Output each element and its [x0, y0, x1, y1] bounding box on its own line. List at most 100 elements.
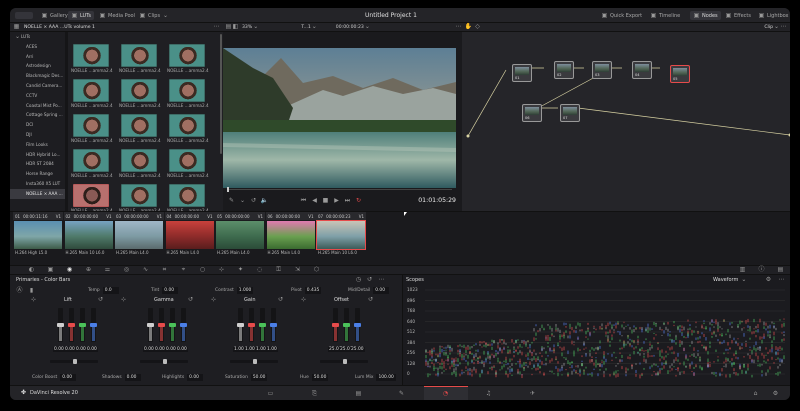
color-node[interactable]: 03: [592, 61, 612, 79]
lut-thumbnail[interactable]: [121, 44, 157, 67]
media-page-icon[interactable]: ▭: [267, 390, 274, 397]
wheel-value[interactable]: 1.00: [233, 347, 245, 352]
zoom-level[interactable]: 33%: [242, 25, 252, 30]
more-icon[interactable]: ⋯: [213, 24, 220, 31]
tracker-icon[interactable]: ⊹: [218, 267, 225, 274]
wheel-value[interactable]: 1.00: [244, 347, 256, 352]
lut-folder-item[interactable]: DJI: [10, 130, 65, 140]
color-node[interactable]: 07: [560, 104, 580, 122]
lut-thumbnail[interactable]: [169, 149, 205, 172]
color-node[interactable]: 02: [554, 61, 574, 79]
lut-thumbnail[interactable]: [121, 114, 157, 137]
wheel-slider[interactable]: [57, 308, 64, 342]
wheel-slider[interactable]: [332, 308, 339, 342]
pivot-field[interactable]: Pivot 0.435: [291, 287, 322, 294]
tab-clips[interactable]: ▣ Clips ⌄: [136, 11, 172, 20]
split-view-icon[interactable]: ◧: [232, 24, 239, 31]
hue-value[interactable]: 50.00: [311, 374, 329, 381]
tab-effects[interactable]: ▣ Effects: [722, 11, 754, 20]
lut-thumbnail[interactable]: [169, 184, 205, 207]
highlights-value[interactable]: 0.00: [187, 374, 204, 381]
lut-folder-item[interactable]: Arri: [10, 52, 65, 62]
curves-icon[interactable]: ∿: [142, 267, 149, 274]
shadows-field[interactable]: Shadows 0.00: [102, 374, 141, 381]
clip-thumbnail[interactable]: 01 00:00:11:16 V1 H.264 High L5.0: [13, 212, 63, 264]
panel-toggle-button[interactable]: [15, 12, 33, 19]
color-node[interactable]: 06: [522, 104, 542, 122]
contrast-field[interactable]: Contrast 1.000: [215, 287, 254, 294]
lut-thumbnail[interactable]: [73, 79, 109, 102]
lut-thumbnail[interactable]: [169, 44, 205, 67]
lut-tree-root[interactable]: ⌄LUTs: [10, 32, 65, 42]
lum-mix-value[interactable]: 100.00: [376, 374, 396, 381]
highlights-field[interactable]: Highlights 0.00: [162, 374, 204, 381]
lut-folder-item[interactable]: Blackmagic Des...: [10, 71, 65, 81]
hue-field[interactable]: Hue 50.00: [300, 374, 329, 381]
lut-folder-item[interactable]: Candid Camera...: [10, 81, 65, 91]
lut-folder-item[interactable]: HDR ST 2084: [10, 159, 65, 169]
chevron-down-icon[interactable]: ⌄: [773, 24, 780, 31]
wheel-slider[interactable]: [248, 308, 255, 342]
wheel-picker-icon[interactable]: ⊹: [30, 296, 37, 303]
reset-icon[interactable]: ↺: [366, 276, 373, 283]
edit-page-icon[interactable]: ▤: [355, 390, 362, 397]
viewer-layout-icon[interactable]: ▤: [225, 24, 232, 31]
wheel-slider[interactable]: [343, 308, 350, 342]
more-icon[interactable]: ⋯: [778, 276, 785, 283]
contrast-value[interactable]: 1.000: [236, 287, 254, 294]
motion-effects-icon[interactable]: ◎: [123, 267, 130, 274]
scope-mode-select[interactable]: Waveform ⌄: [713, 276, 747, 283]
color-match-icon[interactable]: ▣: [47, 267, 54, 274]
grid-scrollbar[interactable]: [220, 34, 222, 154]
history-icon[interactable]: ◷: [355, 276, 362, 283]
step-back-icon[interactable]: ◀: [311, 197, 318, 204]
viewer-image[interactable]: [223, 48, 456, 188]
master-slider-knob[interactable]: [163, 359, 167, 364]
wheel-value[interactable]: 25.00: [350, 347, 365, 352]
chevron-down-icon[interactable]: ⌄: [239, 197, 246, 204]
master-slider-knob[interactable]: [253, 359, 257, 364]
tab-gallery[interactable]: ▣ Gallery: [38, 11, 71, 20]
wheel-value[interactable]: 0.00: [53, 347, 65, 352]
color-boost-field[interactable]: Color Boost 0.00: [32, 374, 77, 381]
home-icon[interactable]: ⌂: [752, 390, 759, 397]
wheel-value[interactable]: 0.00: [64, 347, 76, 352]
loop-icon[interactable]: ↺: [250, 197, 257, 204]
wheel-slider[interactable]: [147, 308, 154, 342]
fusion-page-icon[interactable]: ✎: [398, 390, 405, 397]
3d-icon[interactable]: ⬡: [313, 267, 320, 274]
wheel-picker-icon[interactable]: ⊹: [120, 296, 127, 303]
color-node[interactable]: 04: [632, 61, 652, 79]
play-icon[interactable]: ▶: [333, 197, 340, 204]
pivot-value[interactable]: 0.435: [304, 287, 322, 294]
lut-thumbnail[interactable]: [73, 149, 109, 172]
lut-folder-item[interactable]: Film Looks: [10, 140, 65, 150]
pan-tool-icon[interactable]: ✋: [465, 24, 472, 31]
tab-quick-export[interactable]: ▣ Quick Export: [598, 11, 645, 20]
tab-luts[interactable]: ▣ LUTs: [68, 11, 95, 20]
window-icon[interactable]: ○: [199, 267, 206, 274]
wheel-value[interactable]: 0.00: [165, 347, 177, 352]
wheel-slider[interactable]: [237, 308, 244, 342]
node-mode-select[interactable]: Clip: [764, 25, 773, 30]
wheel-reset-icon[interactable]: ↺: [97, 296, 104, 303]
lut-folder-item[interactable]: Insta360 X5 LUT: [10, 179, 65, 189]
pen-icon[interactable]: ✎: [228, 197, 235, 204]
clip-thumbnail[interactable]: 07 00:00:00:23 V1 H.265 Main 10 L6.0: [316, 212, 366, 264]
scope-toggle-icon[interactable]: ▥: [739, 267, 746, 274]
wheel-slider[interactable]: [354, 308, 361, 342]
lut-folder-item[interactable]: CCTV: [10, 91, 65, 101]
wheel-slider[interactable]: [158, 308, 165, 342]
more-icon[interactable]: ⋯: [378, 276, 385, 283]
qualifier-icon[interactable]: ⌖: [180, 267, 187, 274]
lut-thumbnail[interactable]: [73, 184, 109, 207]
key-icon[interactable]: ⚿: [275, 267, 282, 274]
mid-detail-value[interactable]: 0.00: [373, 287, 390, 294]
wheel-value[interactable]: 1.00: [255, 347, 267, 352]
lut-folder-item[interactable]: ACES: [10, 42, 65, 52]
master-slider-knob[interactable]: [73, 359, 77, 364]
deliver-page-icon[interactable]: ✈: [529, 390, 536, 397]
wheel-reset-icon[interactable]: ↺: [367, 296, 374, 303]
lut-folder-item[interactable]: Coastal Mist Po...: [10, 101, 65, 111]
hdr-icon[interactable]: ⊕: [85, 267, 92, 274]
